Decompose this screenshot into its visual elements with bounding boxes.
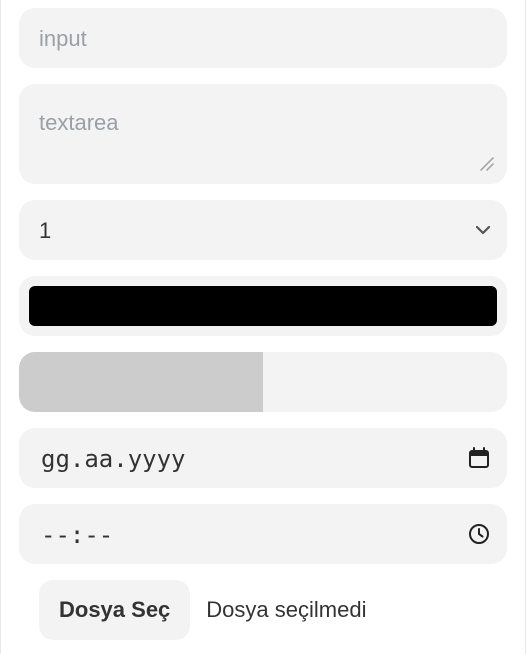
color-picker[interactable] xyxy=(19,276,507,336)
time-value: --:-- xyxy=(41,521,114,549)
date-input[interactable]: gg.aa.yyyy xyxy=(19,428,507,488)
file-status: Dosya seçilmedi xyxy=(206,597,367,622)
date-value: gg.aa.yyyy xyxy=(41,445,186,473)
textarea[interactable]: textarea xyxy=(19,84,507,184)
text-input[interactable]: input xyxy=(19,8,507,68)
calendar-icon[interactable] xyxy=(467,446,491,470)
range-slider[interactable] xyxy=(19,352,507,412)
clock-icon[interactable] xyxy=(467,522,491,546)
form-frame: input textarea 1 gg.aa.yyyy --:-- Dosya … xyxy=(0,0,526,654)
text-input-placeholder: input xyxy=(39,26,87,51)
textarea-placeholder: textarea xyxy=(39,110,119,135)
time-input[interactable]: --:-- xyxy=(19,504,507,564)
select-value: 1 xyxy=(39,218,52,243)
resize-grip-icon[interactable] xyxy=(477,154,495,172)
select-dropdown[interactable]: 1 xyxy=(19,200,507,260)
chevron-down-icon xyxy=(475,225,491,235)
choose-file-button[interactable]: Dosya Seç xyxy=(39,580,191,640)
file-input: Dosya Seç Dosya seçilmedi xyxy=(39,580,366,640)
color-swatch xyxy=(29,286,497,326)
range-fill xyxy=(19,352,263,412)
